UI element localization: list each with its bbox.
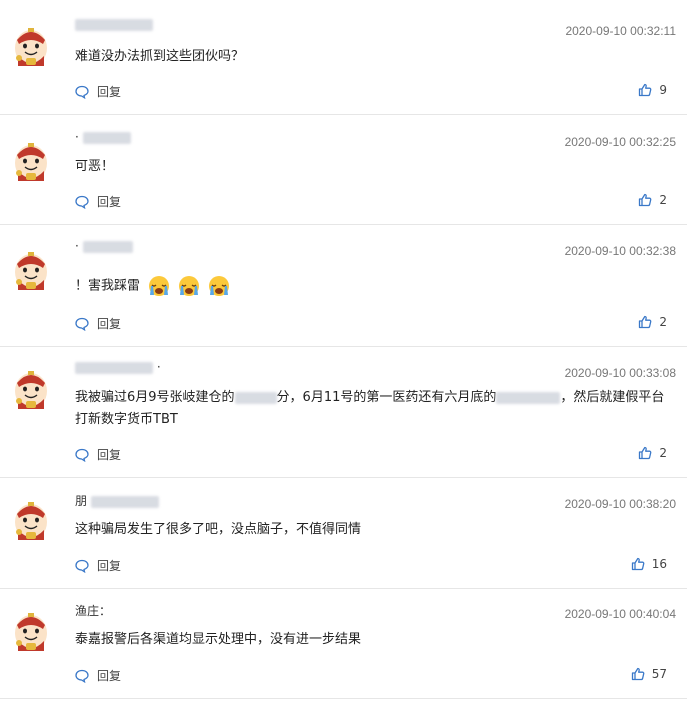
username[interactable] xyxy=(75,16,153,32)
crying-emoji-icon xyxy=(208,275,230,297)
username[interactable]: · xyxy=(75,238,133,254)
avatar[interactable] xyxy=(12,26,50,68)
content-redaction xyxy=(496,391,561,404)
reply-button[interactable]: 回复 xyxy=(75,446,121,463)
username-text: · xyxy=(156,360,161,374)
comment-text-part: 分，6月11号的第一医药还有六月底的 xyxy=(276,390,497,405)
comment-time: 2020-09-10 00:38:20 xyxy=(564,497,676,511)
thumbs-up-icon xyxy=(631,557,645,571)
comment-time: 2020-09-10 00:40:04 xyxy=(564,607,676,621)
like-count: 2 xyxy=(659,315,667,329)
comment-item: 渔庄： 2020-09-10 00:40:04 泰嘉报警后各渠道均显示处理中，没… xyxy=(0,589,687,699)
comment-item: · 2020-09-10 00:33:08 我被骗过6月9号张岐建仓的 分，6月1… xyxy=(0,347,687,478)
reply-button[interactable]: 回复 xyxy=(75,667,121,684)
username-redaction xyxy=(75,18,153,31)
comment-time: 2020-09-10 00:32:25 xyxy=(564,135,676,149)
reply-icon xyxy=(75,448,89,462)
username-redaction xyxy=(82,131,131,144)
thumbs-up-icon xyxy=(638,446,652,460)
comment-text: 我被骗过6月9号张岐建仓的 分，6月11号的第一医药还有六月底的 ，然后就建假平台打… xyxy=(75,387,677,431)
comment-list: 2020-09-10 00:32:11 难道没办法抓到这些团伙吗？ 回复 9 ·… xyxy=(0,0,687,701)
comment-item: 朋 2020-09-10 00:38:20 这种骗局发生了很多了吧，没点脑子，不… xyxy=(0,478,687,589)
comment-time: 2020-09-10 00:33:08 xyxy=(564,366,676,380)
username-text: · xyxy=(75,239,79,253)
reply-label: 回复 xyxy=(97,559,122,573)
comment-item: · 2020-09-10 00:32:38 ！害我踩雷 回复 2 xyxy=(0,225,687,347)
comment-text: 这种骗局发生了很多了吧，没点脑子，不值得同情 xyxy=(75,522,362,537)
thumbs-up-icon xyxy=(631,667,645,681)
avatar[interactable] xyxy=(12,500,50,542)
reply-label: 回复 xyxy=(97,317,122,331)
comment-item: 2020-09-10 00:32:11 难道没办法抓到这些团伙吗？ 回复 9 xyxy=(0,0,687,115)
like-button[interactable]: 2 xyxy=(638,315,667,329)
reply-button[interactable]: 回复 xyxy=(75,193,121,210)
comment-text: 可恶！ xyxy=(75,159,115,174)
reply-label: 回复 xyxy=(97,85,122,99)
thumbs-up-icon xyxy=(638,315,652,329)
like-button[interactable]: 2 xyxy=(638,193,667,207)
comment-text: 难道没办法抓到这些团伙吗？ xyxy=(75,49,245,64)
comment-time: 2020-09-10 00:32:38 xyxy=(564,244,676,258)
like-button[interactable]: 16 xyxy=(631,557,667,571)
username-redaction xyxy=(90,495,159,508)
content-redaction xyxy=(234,391,277,404)
reply-icon xyxy=(75,559,89,573)
like-count: 2 xyxy=(659,193,667,207)
username-text: · xyxy=(75,130,79,144)
avatar[interactable] xyxy=(12,250,50,292)
reply-label: 回复 xyxy=(97,669,122,683)
username-redaction xyxy=(75,361,153,374)
avatar[interactable] xyxy=(12,611,50,653)
avatar[interactable] xyxy=(12,141,50,183)
username[interactable]: 朋 xyxy=(75,493,159,509)
like-count: 16 xyxy=(651,557,667,571)
reply-icon xyxy=(75,195,89,209)
comment-text: ！害我踩雷 xyxy=(75,275,677,298)
reply-label: 回复 xyxy=(97,448,122,462)
reply-icon xyxy=(75,317,89,331)
reply-icon xyxy=(75,85,89,99)
like-button[interactable]: 2 xyxy=(638,446,667,460)
comment-text-part: 我被骗过6月9号张岐建仓的 xyxy=(75,390,235,405)
like-button[interactable]: 9 xyxy=(638,83,667,97)
comment-item: · 2020-09-10 00:32:25 可恶！ 回复 2 xyxy=(0,115,687,225)
like-count: 9 xyxy=(659,83,667,97)
like-button[interactable]: 57 xyxy=(631,667,667,681)
comment-time: 2020-09-10 00:32:11 xyxy=(565,24,676,38)
username[interactable]: 渔庄： xyxy=(75,603,111,619)
like-count: 2 xyxy=(659,446,667,460)
reply-icon xyxy=(75,669,89,683)
username[interactable]: · xyxy=(75,129,131,145)
username[interactable]: · xyxy=(75,359,161,375)
reply-label: 回复 xyxy=(97,195,122,209)
like-count: 57 xyxy=(651,667,667,681)
comment-text: 泰嘉报警后各渠道均显示处理中，没有进一步结果 xyxy=(75,632,362,647)
reply-button[interactable]: 回复 xyxy=(75,557,121,574)
thumbs-up-icon xyxy=(638,193,652,207)
crying-emoji-icon xyxy=(148,275,170,297)
comment-text-body: ！害我踩雷 xyxy=(75,278,141,294)
reply-button[interactable]: 回复 xyxy=(75,315,121,332)
username-redaction xyxy=(82,240,133,253)
crying-emoji-icon xyxy=(178,275,200,297)
username-text: 朋 xyxy=(75,494,88,508)
reply-button[interactable]: 回复 xyxy=(75,83,121,100)
avatar[interactable] xyxy=(12,369,50,411)
thumbs-up-icon xyxy=(638,83,652,97)
